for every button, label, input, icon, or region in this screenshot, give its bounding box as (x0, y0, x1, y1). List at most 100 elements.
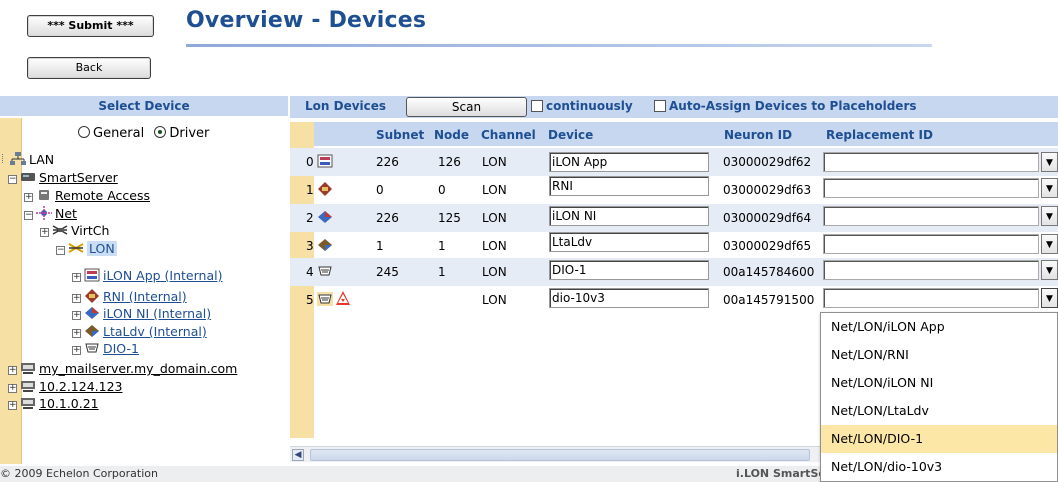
tree-label-remote-access: Remote Access (55, 188, 150, 203)
virtual-channel-icon (52, 225, 68, 235)
device-name-input[interactable]: dio-10v3 (549, 288, 709, 308)
row-index: 1 (306, 183, 314, 197)
replacement-dropdown-button[interactable]: ▼ (1041, 260, 1058, 280)
scrollbar-thumb[interactable] (310, 449, 810, 461)
tree-label-rni: RNI (Internal) (103, 289, 187, 304)
cell-node: 1 (438, 239, 446, 253)
ni-device-icon (318, 211, 332, 223)
tree-label-mailserver: my_mailserver.my_domain.com (39, 361, 238, 376)
row-index: 4 (306, 265, 314, 279)
expand-toggle[interactable]: + (24, 193, 33, 202)
cell-subnet: 226 (376, 155, 399, 169)
replacement-dropdown-button[interactable]: ▼ (1041, 178, 1058, 198)
tree-node-dio-1[interactable]: + DIO-1 (72, 341, 139, 357)
replacement-dropdown-button[interactable]: ▼ (1041, 152, 1058, 172)
tree-node-net[interactable]: − Net (24, 206, 77, 222)
radio-general-circle[interactable] (78, 126, 90, 138)
auto-assign-checkbox-box[interactable] (654, 100, 666, 112)
tree-node-remote-access[interactable]: + Remote Access (24, 188, 150, 204)
cell-channel: LON (482, 239, 507, 253)
title-underline (186, 44, 932, 47)
replacement-id-input[interactable] (823, 206, 1039, 226)
tree-node-ilon-app[interactable]: + iLON App (Internal) (72, 268, 222, 284)
copyright-symbol: © (0, 467, 15, 480)
collapse-toggle[interactable]: − (8, 175, 17, 184)
radio-driver-label: Driver (169, 126, 210, 141)
device-name-input[interactable]: DIO-1 (549, 260, 709, 280)
device-name-input[interactable]: iLON App (549, 152, 709, 172)
scroll-left-arrow[interactable]: ◀ (292, 449, 304, 461)
tree-node-ilon-ni[interactable]: + iLON NI (Internal) (72, 306, 211, 322)
tree-label-10-2-124-123: 10.2.124.123 (39, 379, 123, 394)
col-device: Device (548, 128, 594, 142)
dropdown-option-highlighted[interactable]: Net/LON/DIO-1 (821, 425, 1057, 453)
dio-device-icon (317, 292, 333, 306)
lon-devices-title: Lon Devices (305, 99, 387, 113)
expand-toggle[interactable]: + (72, 273, 81, 282)
replacement-id-input[interactable] (823, 152, 1039, 172)
dropdown-option[interactable]: Net/LON/iLON App (821, 313, 1057, 341)
horizontal-scrollbar[interactable]: ◀ (290, 446, 822, 462)
ldv-device-icon (85, 325, 99, 337)
dropdown-option[interactable]: Net/LON/RNI (821, 341, 1057, 369)
tree-node-10-2-124-123[interactable]: +10.2.124.123 (8, 379, 123, 395)
radio-general-label: General (93, 126, 145, 141)
cell-node: 1 (438, 265, 446, 279)
replacement-dropdown-button[interactable]: ▼ (1041, 234, 1058, 254)
continuously-checkbox-box[interactable] (531, 100, 543, 112)
replacement-dropdown-button[interactable]: ▼ (1041, 288, 1058, 308)
server-icon (21, 173, 35, 181)
expand-toggle[interactable]: + (72, 329, 81, 338)
expand-toggle[interactable]: + (40, 228, 49, 237)
tree-node-virtch[interactable]: + VirtCh (40, 223, 109, 239)
expand-toggle[interactable]: + (8, 366, 17, 375)
tree-node-10-1-0-21[interactable]: +10.1.0.21 (8, 396, 99, 412)
tree-label-net: Net (55, 206, 77, 221)
continuously-label: continuously (546, 99, 633, 113)
auto-assign-checkbox[interactable]: Auto-Assign Devices to Placeholders (654, 99, 917, 113)
collapse-toggle[interactable]: − (56, 246, 65, 255)
tree-node-lon[interactable]: − LON (56, 241, 117, 257)
expand-toggle[interactable]: + (72, 346, 81, 355)
replacement-id-dropdown-list: Net/LON/iLON App Net/LON/RNI Net/LON/iLO… (820, 312, 1058, 482)
computer-icon (21, 363, 35, 374)
device-name-input[interactable]: RNI (549, 176, 709, 196)
radio-driver[interactable]: Driver (154, 126, 209, 141)
radio-driver-circle[interactable] (154, 126, 167, 138)
lon-channel-icon (68, 243, 84, 253)
tree-node-rni[interactable]: + RNI (Internal) (72, 289, 187, 305)
device-name-input[interactable]: iLON NI (549, 206, 709, 226)
cell-node: 125 (438, 211, 461, 225)
collapse-toggle[interactable]: − (24, 211, 33, 220)
app-device-icon (317, 154, 333, 168)
expand-toggle[interactable]: + (72, 294, 81, 303)
app-device-icon (84, 268, 100, 282)
submit-button[interactable]: *** Submit *** (27, 15, 154, 37)
cell-neuron-id: 00a145784600 (723, 265, 815, 279)
tree-node-ltaldv[interactable]: + LtaLdv (Internal) (72, 324, 207, 340)
replacement-id-input[interactable] (823, 260, 1039, 280)
expand-toggle[interactable]: + (8, 401, 17, 410)
back-button[interactable]: Back (27, 57, 151, 79)
replacement-dropdown-button[interactable]: ▼ (1041, 206, 1058, 226)
tree-node-lan[interactable]: LAN (2, 152, 54, 168)
continuously-checkbox[interactable]: continuously (531, 99, 633, 113)
replacement-id-input[interactable] (823, 178, 1039, 198)
dropdown-option[interactable]: Net/LON/iLON NI (821, 369, 1057, 397)
cell-subnet: 1 (376, 239, 384, 253)
replacement-id-input[interactable] (823, 288, 1039, 308)
expand-toggle[interactable]: + (72, 311, 81, 320)
computer-icon (21, 398, 35, 409)
dropdown-option[interactable]: Net/LON/LtaLdv (821, 397, 1057, 425)
scan-button[interactable]: Scan (406, 97, 527, 117)
expand-toggle[interactable]: + (8, 384, 17, 393)
tree-node-smartserver[interactable]: − SmartServer (8, 170, 118, 186)
col-subnet: Subnet (376, 128, 425, 142)
col-replacement-id: Replacement ID (826, 128, 933, 142)
dropdown-option[interactable]: Net/LON/dio-10v3 (821, 453, 1057, 481)
device-name-input[interactable]: LtaLdv (549, 232, 709, 252)
replacement-id-input[interactable] (823, 234, 1039, 254)
auto-assign-label: Auto-Assign Devices to Placeholders (669, 99, 917, 113)
tree-node-mailserver[interactable]: + my_mailserver.my_domain.com (8, 361, 237, 377)
radio-general[interactable]: General (78, 126, 144, 141)
